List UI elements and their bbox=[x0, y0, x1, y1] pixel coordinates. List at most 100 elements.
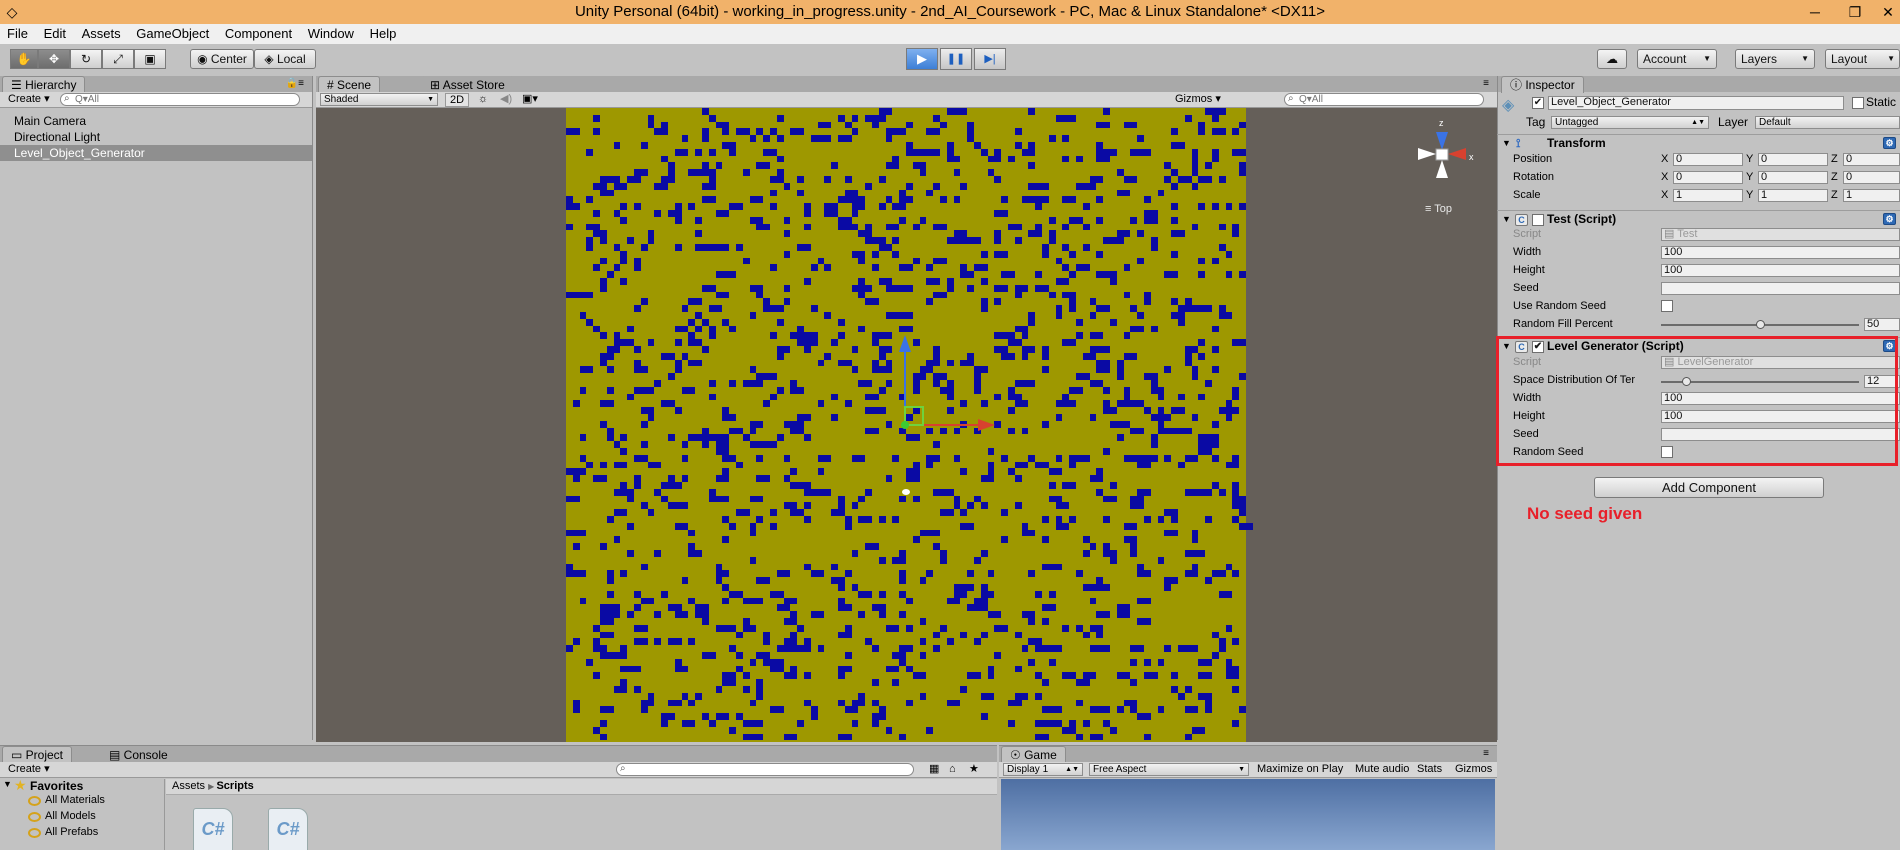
favorites-label[interactable]: Favorites bbox=[30, 779, 83, 793]
test-script-field[interactable]: ▤ Test bbox=[1661, 228, 1900, 241]
transform-position-x-field[interactable]: 0 bbox=[1673, 153, 1743, 166]
menu-assets[interactable]: Assets bbox=[82, 26, 121, 41]
restore-icon[interactable]: ❐ bbox=[1845, 2, 1865, 22]
aspect-dropdown[interactable]: Free Aspect ▼ bbox=[1089, 763, 1249, 776]
hierarchy-item-level-object-generator[interactable]: Level_Object_Generator bbox=[0, 145, 312, 161]
transform-rotation-y-field[interactable]: 0 bbox=[1758, 171, 1828, 184]
pivot-center-button[interactable]: ◉ Center bbox=[190, 49, 254, 69]
scale-tool-button[interactable]: ⤢ bbox=[102, 49, 134, 69]
add-component-button[interactable]: Add Component bbox=[1594, 477, 1824, 498]
gameobject-active-checkbox[interactable]: ✔ bbox=[1532, 97, 1544, 109]
tag-dropdown[interactable]: Untagged ▲▼ bbox=[1551, 116, 1709, 129]
panel-menu-icon[interactable]: ≡ bbox=[1483, 76, 1489, 92]
display-dropdown[interactable]: Display 1 ▲▼ bbox=[1003, 763, 1083, 776]
move-tool-button[interactable]: ✥ bbox=[38, 49, 70, 69]
game-gizmos-toggle[interactable]: Gizmos bbox=[1451, 763, 1496, 777]
pause-button[interactable]: ❚❚ bbox=[940, 48, 972, 70]
scene-search-input[interactable]: Q▾All bbox=[1284, 93, 1484, 106]
test-height-field[interactable]: 100 bbox=[1661, 264, 1900, 277]
gameobject-name-field[interactable]: Level_Object_Generator bbox=[1548, 96, 1844, 110]
mode-2d-toggle[interactable]: 2D bbox=[445, 93, 470, 107]
menu-file[interactable]: File bbox=[7, 26, 28, 41]
test-script-header[interactable]: ▼ C Test (Script) ⚙ bbox=[1497, 210, 1900, 227]
menu-window[interactable]: Window bbox=[308, 26, 354, 41]
tab-hierarchy[interactable]: ☰ Hierarchy bbox=[2, 76, 86, 93]
filter-type-icon[interactable]: ▦ bbox=[925, 763, 943, 777]
hierarchy-create-button[interactable]: Create ▾ bbox=[4, 93, 54, 107]
tab-project[interactable]: ▭ Project bbox=[2, 746, 73, 763]
game-view[interactable] bbox=[1001, 779, 1495, 850]
panel-menu-icon[interactable]: ≡ bbox=[1483, 746, 1489, 762]
tab-inspector[interactable]: ⓘ Inspector bbox=[1501, 76, 1584, 93]
layer-dropdown[interactable]: Default bbox=[1755, 116, 1900, 129]
shading-dropdown[interactable]: Shaded ▼ bbox=[320, 93, 438, 106]
hierarchy-search-input[interactable]: Q▾All bbox=[60, 93, 300, 106]
random-fill-slider-knob[interactable] bbox=[1756, 320, 1765, 329]
test-width-field[interactable]: 100 bbox=[1661, 246, 1900, 259]
rotate-tool-button[interactable]: ↻ bbox=[70, 49, 102, 69]
transform-scale-z-field[interactable]: 1 bbox=[1843, 189, 1900, 202]
layout-dropdown[interactable]: Layout ▼ bbox=[1825, 49, 1900, 69]
foldout-arrow-icon[interactable]: ▼ bbox=[1502, 211, 1511, 228]
menu-edit[interactable]: Edit bbox=[44, 26, 66, 41]
filter-label-icon[interactable]: ⌂ bbox=[945, 763, 960, 777]
minimize-icon[interactable]: ─ bbox=[1805, 2, 1825, 22]
fav-all-models[interactable]: All Models bbox=[45, 810, 96, 823]
lock-icon[interactable]: 🔒≡ bbox=[286, 76, 304, 92]
test-seed-field[interactable] bbox=[1661, 282, 1900, 295]
component-menu-icon[interactable]: ⚙ bbox=[1883, 213, 1896, 225]
menu-gameobject[interactable]: GameObject bbox=[136, 26, 209, 41]
tab-console[interactable]: ▤ Console bbox=[100, 746, 177, 763]
mute-audio-toggle[interactable]: Mute audio bbox=[1351, 763, 1413, 777]
maximize-on-play-toggle[interactable]: Maximize on Play bbox=[1253, 763, 1347, 777]
move-gizmo[interactable] bbox=[880, 330, 1010, 440]
csharp-file-icon[interactable]: C# bbox=[193, 808, 233, 850]
layers-dropdown[interactable]: Layers ▼ bbox=[1735, 49, 1815, 69]
orientation-gizmo[interactable] bbox=[1416, 118, 1468, 190]
step-button[interactable]: ▶| bbox=[974, 48, 1006, 70]
test-script-enabled-checkbox[interactable] bbox=[1532, 214, 1544, 226]
transform-scale-y-field[interactable]: 1 bbox=[1758, 189, 1828, 202]
hand-tool-button[interactable]: ✋ bbox=[10, 49, 38, 69]
project-search-input[interactable] bbox=[616, 763, 914, 776]
transform-scale-x-field[interactable]: 1 bbox=[1673, 189, 1743, 202]
tab-game[interactable]: ☉ Game bbox=[1001, 746, 1066, 763]
rect-tool-button[interactable]: ▣ bbox=[134, 49, 166, 69]
transform-header[interactable]: ▼ ⟟ Transform ⚙ bbox=[1497, 134, 1900, 151]
fav-all-materials[interactable]: All Materials bbox=[45, 794, 105, 807]
foldout-arrow-icon[interactable]: ▼ bbox=[3, 779, 12, 789]
component-menu-icon[interactable]: ⚙ bbox=[1883, 137, 1896, 149]
menu-help[interactable]: Help bbox=[370, 26, 397, 41]
gizmos-dropdown[interactable]: Gizmos ▾ bbox=[1171, 93, 1225, 107]
menu-component[interactable]: Component bbox=[225, 26, 292, 41]
lighting-toggle-icon[interactable]: ☼ bbox=[474, 93, 492, 107]
breadcrumb-scripts[interactable]: Scripts bbox=[216, 780, 253, 792]
favorite-star-icon[interactable]: ★ bbox=[965, 763, 983, 777]
play-button[interactable]: ▶ bbox=[906, 48, 938, 70]
foldout-arrow-icon[interactable]: ▼ bbox=[1502, 135, 1511, 152]
static-checkbox[interactable] bbox=[1852, 97, 1864, 109]
cloud-button[interactable]: ☁ bbox=[1597, 49, 1627, 69]
breadcrumb-assets[interactable]: Assets bbox=[172, 780, 205, 792]
transform-position-z-field[interactable]: 0 bbox=[1843, 153, 1900, 166]
project-create-button[interactable]: Create ▾ bbox=[4, 763, 54, 777]
transform-rotation-z-field[interactable]: 0 bbox=[1843, 171, 1900, 184]
hierarchy-item-main-camera[interactable]: Main Camera bbox=[0, 113, 312, 129]
view-top-label[interactable]: ≡ Top bbox=[1425, 203, 1452, 215]
account-dropdown[interactable]: Account ▼ bbox=[1637, 49, 1717, 69]
csharp-file-icon[interactable]: C# bbox=[268, 808, 308, 850]
use-random-seed-checkbox[interactable] bbox=[1661, 300, 1673, 312]
close-icon[interactable]: ✕ bbox=[1878, 2, 1898, 22]
transform-position-y-field[interactable]: 0 bbox=[1758, 153, 1828, 166]
audio-toggle-icon[interactable]: ◀) bbox=[496, 93, 516, 107]
tab-scene[interactable]: # Scene bbox=[318, 76, 381, 93]
tab-asset-store[interactable]: ⊞ Asset Store bbox=[421, 76, 514, 93]
scene-tab-bar: # Scene ⊞ Asset Store ≡ bbox=[316, 76, 1497, 93]
effects-toggle-icon[interactable]: ▣▾ bbox=[518, 93, 542, 107]
hierarchy-item-directional-light[interactable]: Directional Light bbox=[0, 129, 312, 145]
transform-rotation-x-field[interactable]: 0 bbox=[1673, 171, 1743, 184]
stats-toggle[interactable]: Stats bbox=[1413, 763, 1446, 777]
random-fill-percent-field[interactable]: 50 bbox=[1864, 318, 1900, 331]
fav-all-prefabs[interactable]: All Prefabs bbox=[45, 826, 98, 839]
pivot-space-button[interactable]: ◈ Local bbox=[254, 49, 316, 69]
